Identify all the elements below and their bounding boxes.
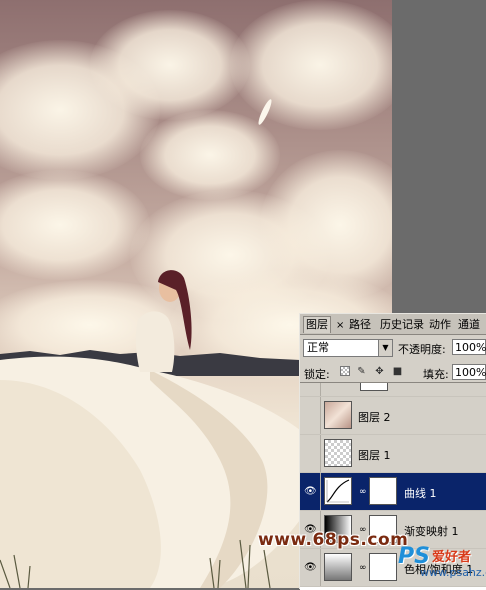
opacity-label: 不透明度:: [398, 343, 446, 356]
layer-name: 曲线 1: [404, 487, 437, 500]
layer-row-layer2[interactable]: 图层 2: [300, 397, 486, 435]
watermark-logo: PS 爱好者 www.psahz.com: [398, 544, 486, 588]
layer-name: 图层 1: [358, 449, 391, 462]
fill-input[interactable]: 100%: [452, 364, 486, 380]
lock-row: 锁定: ✎ ✥ ■ 填充: 100%: [300, 360, 486, 381]
layer-mask-thumbnail: [369, 477, 397, 505]
blend-mode-value: 正常: [307, 341, 329, 354]
layer-row[interactable]: [300, 383, 486, 397]
lock-all-icon[interactable]: ■: [392, 366, 403, 377]
close-icon[interactable]: ×: [336, 318, 344, 334]
lock-move-icon[interactable]: ✥: [374, 366, 385, 377]
layer-mask-thumbnail: [369, 553, 397, 581]
tab-actions[interactable]: 动作: [429, 317, 451, 333]
hue-saturation-adjustment-icon: [324, 553, 352, 581]
link-icon[interactable]: ∞: [359, 563, 367, 573]
layer-name: 图层 2: [358, 411, 391, 424]
curves-adjustment-icon: [324, 477, 352, 505]
opacity-input[interactable]: 100%: [452, 339, 486, 355]
tab-layers[interactable]: 图层: [303, 316, 331, 333]
eye-icon: 👁: [304, 486, 317, 497]
panel-tabs: 图层 × 路径 历史记录 动作 通道: [300, 314, 486, 335]
tab-history[interactable]: 历史记录: [380, 317, 424, 333]
layer-row-curves1[interactable]: 👁 ∞ 曲线 1: [300, 473, 486, 511]
fill-label: 填充:: [423, 368, 449, 381]
layer-thumbnail: [324, 401, 352, 429]
tab-paths[interactable]: 路径: [349, 317, 371, 333]
layer-thumbnail: [324, 439, 352, 467]
tab-channels[interactable]: 通道: [458, 317, 480, 333]
watermark-logo-url: www.psahz.com: [420, 566, 486, 579]
blend-mode-select[interactable]: 正常 ▼: [303, 339, 393, 357]
visibility-toggle[interactable]: 👁: [300, 473, 321, 510]
link-icon[interactable]: ∞: [359, 487, 367, 497]
visibility-toggle[interactable]: [300, 435, 321, 472]
layer-name: 渐变映射 1: [404, 525, 459, 538]
watermark-text: www.68ps.com: [258, 530, 409, 550]
watermark-logo-cn: 爱好者: [432, 550, 472, 565]
lock-transparency-icon[interactable]: [340, 366, 350, 376]
visibility-toggle[interactable]: [300, 397, 321, 434]
layer-row-layer1[interactable]: 图层 1: [300, 435, 486, 473]
lock-label: 锁定:: [304, 368, 330, 381]
visibility-toggle[interactable]: [300, 383, 321, 396]
canvas-background: [392, 0, 486, 310]
lock-brush-icon[interactable]: ✎: [356, 366, 367, 377]
visibility-toggle[interactable]: 👁: [300, 549, 321, 586]
layer-mask-thumbnail: [360, 383, 388, 391]
chevron-down-icon[interactable]: ▼: [378, 340, 392, 356]
eye-icon: 👁: [304, 562, 317, 573]
